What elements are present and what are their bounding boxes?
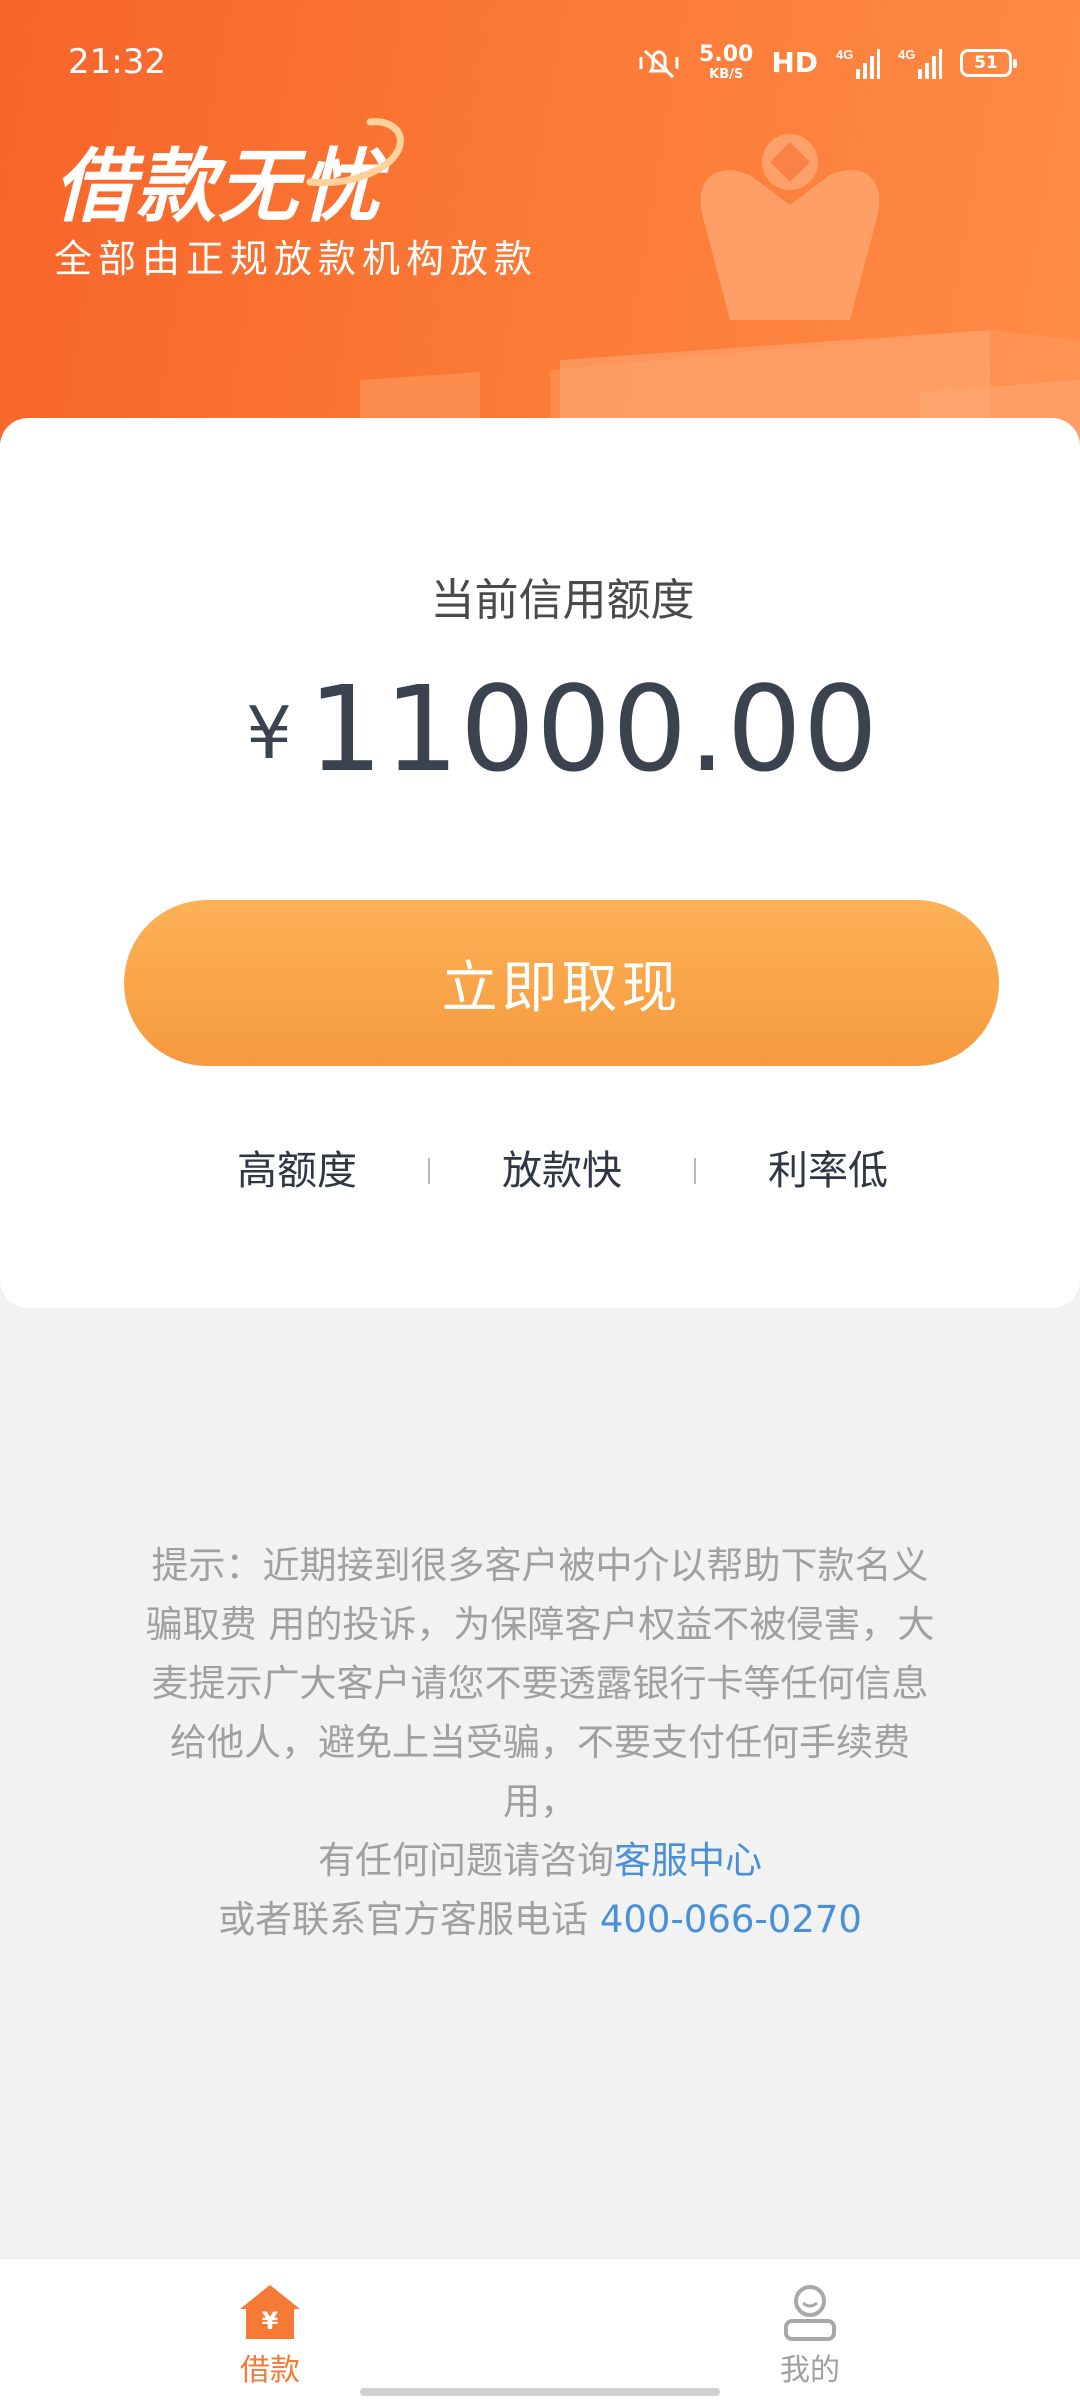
feature-divider bbox=[428, 1158, 430, 1184]
battery-icon: 51 bbox=[960, 48, 1017, 77]
status-icons: 5.00 KB/S HD 4G 4G 51 bbox=[637, 42, 1017, 82]
tab-mine-label: 我的 bbox=[780, 2353, 840, 2388]
notice-text: 提示：近期接到很多客户被中介以帮助下款名义 骗取费 用的投诉，为保障客户权益不被… bbox=[110, 1536, 970, 1949]
credit-card: 当前信用额度 ¥11000.00 立即取现 高额度 放款快 利率低 bbox=[0, 418, 1080, 1308]
tab-mine[interactable]: 我的 bbox=[710, 2259, 910, 2400]
feature-high-limit: 高额度 bbox=[237, 1148, 357, 1194]
bottom-tab-bar: ¥ 借款 我的 bbox=[0, 2258, 1080, 2400]
signal-4g-icon-2: 4G bbox=[898, 47, 942, 79]
home-indicator[interactable] bbox=[360, 2388, 720, 2396]
feature-low-rate: 利率低 bbox=[768, 1148, 888, 1194]
network-speed: 5.00 KB/S bbox=[699, 42, 754, 82]
svg-text:4G: 4G bbox=[836, 47, 853, 62]
consult-line: 有任何问题请咨询客服中心 bbox=[318, 1839, 762, 1882]
customer-service-link[interactable]: 客服中心 bbox=[614, 1839, 762, 1882]
status-bar: 21:32 5.00 KB/S HD 4G 4G 51 bbox=[0, 0, 1080, 130]
feature-list: 高额度 放款快 利率低 bbox=[0, 1138, 1080, 1198]
mute-icon bbox=[639, 49, 679, 78]
svg-text:4G: 4G bbox=[898, 47, 915, 62]
feature-divider bbox=[694, 1158, 696, 1184]
phone-line: 或者联系官方客服电话 400-066-0270 bbox=[218, 1898, 862, 1941]
tab-loan[interactable]: ¥ 借款 bbox=[170, 2259, 370, 2400]
hd-indicator: HD bbox=[771, 46, 818, 79]
tab-loan-label: 借款 bbox=[240, 2353, 300, 2388]
credit-limit-label: 当前信用额度 bbox=[430, 575, 695, 626]
loan-home-icon: ¥ bbox=[240, 2285, 300, 2339]
profile-icon bbox=[784, 2285, 836, 2341]
signal-4g-icon: 4G bbox=[836, 47, 880, 79]
header-banner: 21:32 5.00 KB/S HD 4G 4G 51 借款无忧 全部由正规放款… bbox=[0, 0, 1080, 460]
service-phone-link[interactable]: 400-066-0270 bbox=[600, 1898, 862, 1941]
currency-symbol: ¥ bbox=[246, 691, 292, 775]
brand-swoosh-icon bbox=[306, 118, 404, 187]
withdraw-button[interactable]: 立即取现 bbox=[124, 900, 999, 1066]
credit-amount: ¥11000.00 bbox=[0, 660, 1080, 798]
brand-subtitle: 全部由正规放款机构放款 bbox=[54, 237, 539, 281]
feature-fast-payout: 放款快 bbox=[502, 1148, 622, 1194]
amount-value: 11000.00 bbox=[307, 660, 879, 798]
svg-text:¥: ¥ bbox=[262, 2307, 279, 2335]
status-time: 21:32 bbox=[68, 42, 166, 82]
